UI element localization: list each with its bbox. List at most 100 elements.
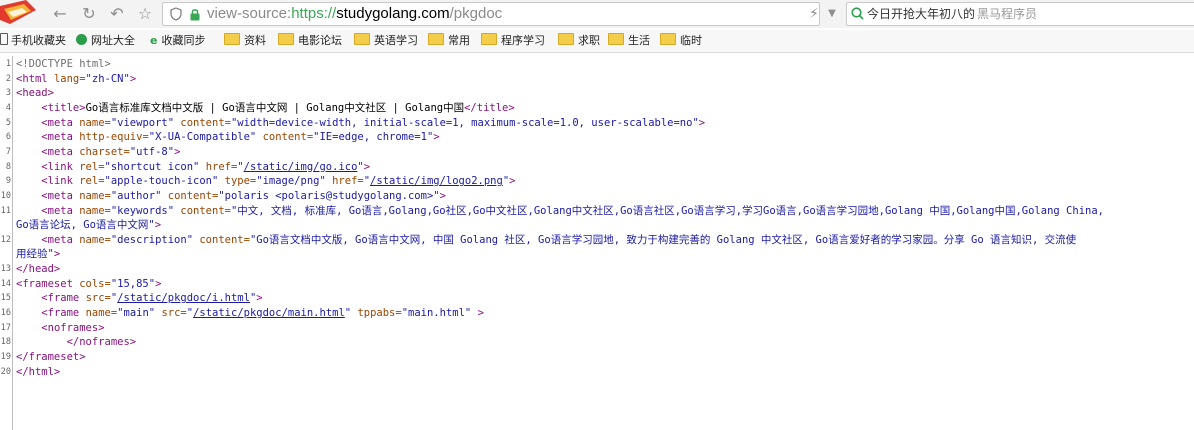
source-line: Go语言论坛, Go语言中文网"> — [16, 218, 161, 232]
source-line: <meta name="description" content="Go语言文档… — [16, 233, 1076, 247]
line-number: 7 — [5, 146, 11, 157]
folder-icon — [558, 33, 574, 45]
folder-icon — [278, 33, 294, 45]
source-token: "keywords" — [110, 204, 181, 217]
bookmark-label: 求职 — [578, 34, 600, 47]
source-link[interactable]: /static/pkgdoc/main.html — [193, 307, 345, 319]
bookmark-folder-programming[interactable]: 程序学习 — [481, 32, 545, 50]
address-text: view-source:https://studygolang.com/pkgd… — [207, 3, 502, 25]
source-token: href= — [205, 160, 238, 173]
source-token: <meta — [41, 233, 80, 246]
source-token: > — [155, 277, 162, 290]
source-link[interactable]: /static/img/go.ico — [244, 161, 358, 173]
bookmark-folder-ziliao[interactable]: 资料 — [224, 32, 266, 50]
source-token: name= — [79, 233, 111, 246]
sites-icon — [76, 34, 87, 45]
browser-toolbar: ← ↻ ↶ ☆ view-source:https://studygolang.… — [0, 0, 1194, 28]
bookmark-sync[interactable]: e 收藏同步 — [150, 32, 205, 50]
source-token: rel= — [79, 160, 105, 173]
source-token: type= — [224, 175, 257, 188]
back-button[interactable]: ← — [50, 4, 70, 24]
bookmark-sites[interactable]: 网址大全 — [76, 32, 135, 50]
line-number: 9 — [5, 176, 11, 187]
source-token: <meta — [41, 204, 80, 217]
source-line: <noframes> — [16, 321, 104, 335]
source-token: href= — [332, 175, 364, 188]
line-number: 8 — [5, 161, 11, 172]
source-token: "utf-8" — [129, 145, 175, 158]
source-token: <link — [41, 175, 80, 188]
source-token: <meta — [41, 116, 80, 129]
lock-icon — [190, 9, 200, 21]
source-token: > — [477, 307, 484, 320]
source-line: <link rel="apple-touch-icon" type="image… — [16, 174, 515, 188]
lightning-button[interactable]: ⚡ — [804, 4, 824, 24]
bookmark-folder-movies[interactable]: 电影论坛 — [278, 32, 342, 50]
bookmark-folder-english[interactable]: 英语学习 — [354, 32, 418, 50]
source-token: src= — [161, 307, 187, 320]
favorite-button[interactable]: ☆ — [135, 4, 155, 24]
reload-button[interactable]: ↻ — [79, 4, 99, 24]
bookmark-folder-temp[interactable]: 临时 — [660, 32, 702, 50]
source-token: "main.html" — [401, 307, 478, 320]
bookmark-folder-life[interactable]: 生活 — [608, 32, 650, 50]
source-token: content= — [262, 131, 314, 144]
source-token: > — [154, 219, 162, 232]
address-dropdown-button[interactable]: ▼ — [824, 4, 840, 24]
source-line: <meta http-equiv="X-UA-Compatible" conte… — [16, 130, 439, 144]
source-token: <meta — [41, 145, 80, 158]
source-token: > — [363, 160, 371, 173]
source-token: <title> — [41, 101, 86, 114]
source-token: src= — [85, 292, 111, 305]
folder-icon — [660, 33, 676, 45]
bookmark-label: 程序学习 — [501, 34, 545, 47]
source-link[interactable]: /static/img/logo2.png — [370, 175, 503, 187]
source-token: > — [256, 292, 263, 305]
source-token: <!DOCTYPE html> — [16, 58, 111, 70]
line-number: 17 — [0, 322, 11, 333]
line-number: 19 — [0, 352, 11, 362]
line-number: 13 — [0, 264, 11, 275]
source-token: "15,85" — [110, 277, 156, 290]
browser-logo[interactable] — [0, 0, 40, 28]
bookmark-folder-jobs[interactable]: 求职 — [558, 32, 600, 50]
folder-icon — [354, 33, 370, 45]
bookmark-folder-common[interactable]: 常用 — [428, 32, 470, 50]
source-line: <frame src="/static/pkgdoc/i.html"> — [16, 291, 263, 305]
source-token: "image/png" — [256, 175, 333, 188]
source-token: "shortcut icon" — [104, 160, 206, 173]
back-arrow-icon: ← — [53, 4, 67, 23]
address-bar[interactable]: view-source:https://studygolang.com/pkgd… — [162, 2, 820, 26]
bookmark-label: 英语学习 — [374, 34, 418, 47]
source-token: rel= — [79, 175, 105, 188]
line-number: 16 — [0, 308, 11, 319]
bookmark-phone[interactable]: 手机收藏夹 — [0, 32, 66, 50]
source-token: > — [439, 189, 446, 202]
search-box[interactable]: 今日开抢大年初八的 黑马程序员 — [846, 2, 1194, 26]
source-token: > — [174, 145, 181, 158]
source-token: <frameset — [16, 277, 80, 290]
source-token: lang= — [53, 72, 86, 85]
source-line: </frameset> — [16, 350, 86, 364]
line-number: 18 — [0, 337, 11, 348]
address-scheme: view-source: — [207, 5, 292, 22]
source-token: content= — [167, 189, 219, 202]
folder-icon — [481, 33, 497, 45]
address-https: https:// — [291, 5, 337, 22]
source-line: 用经验"> — [16, 247, 60, 261]
shield-icon — [170, 7, 182, 21]
lightning-icon: ⚡ — [809, 6, 819, 22]
source-token: Go语言论坛, Go语言中文网" — [16, 219, 155, 232]
source-link[interactable]: /static/pkgdoc/i.html — [117, 292, 250, 304]
reload-icon: ↻ — [82, 4, 96, 23]
source-token: </title> — [464, 101, 515, 114]
browser-logo-icon — [0, 0, 36, 24]
line-number: 14 — [0, 278, 11, 289]
undo-button[interactable]: ↶ — [107, 4, 127, 24]
source-line: </html> — [16, 365, 60, 379]
